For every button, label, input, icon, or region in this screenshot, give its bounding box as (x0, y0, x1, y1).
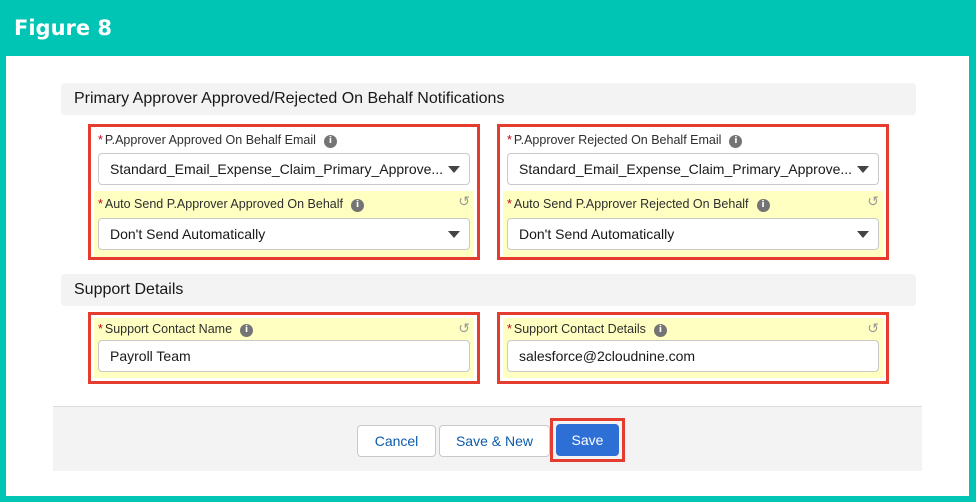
highlight-box-approved: * P.Approver Approved On Behalf Email i St… (88, 124, 480, 260)
field-label: * Auto Send P.Approver Rejected On Behalf… (507, 197, 770, 212)
section-header-notifications[interactable]: Primary Approver Approved/Rejected On Be… (61, 83, 916, 115)
chevron-down-icon[interactable] (448, 166, 460, 173)
field-label: * Auto Send P.Approver Approved On Behalf… (98, 197, 365, 212)
undo-icon[interactable]: ↺ (867, 321, 879, 337)
figure-title: Figure 8 (14, 16, 113, 40)
highlight-box-contact-details: * Support Contact Details i ↺ salesforce@2… (497, 312, 889, 384)
undo-icon[interactable]: ↺ (458, 194, 470, 210)
undo-icon[interactable]: ↺ (867, 194, 879, 210)
info-icon[interactable]: i (653, 324, 667, 337)
field-support-contact-details: * Support Contact Details i ↺ salesforce@2… (503, 318, 883, 378)
select-value: Don't Send Automatically (519, 226, 675, 242)
field-approved-email: * P.Approver Approved On Behalf Email i St… (94, 127, 474, 191)
info-icon[interactable]: i (351, 199, 365, 212)
field-rejected-email: * P.Approver Rejected On Behalf Email i St… (503, 127, 883, 191)
select-value: Standard_Email_Expense_Claim_Primary_App… (110, 161, 444, 177)
highlight-box-rejected: * P.Approver Rejected On Behalf Email i St… (497, 124, 889, 260)
field-label: * Support Contact Details i (507, 322, 667, 337)
save-button[interactable]: Save (556, 424, 619, 456)
required-marker: * (507, 197, 512, 211)
field-label: * P.Approver Rejected On Behalf Email i (507, 133, 743, 148)
highlight-box-save: Save (550, 418, 625, 462)
support-contact-details-input[interactable]: salesforce@2cloudnine.com (507, 340, 879, 372)
rejected-email-select[interactable]: Standard_Email_Expense_Claim_Primary_App… (507, 153, 879, 185)
highlight-box-contact-name: * Support Contact Name i ↺ Payroll Team (88, 312, 480, 384)
approved-email-select[interactable]: Standard_Email_Expense_Claim_Primary_App… (98, 153, 470, 185)
field-label: * Support Contact Name i (98, 322, 254, 337)
undo-icon[interactable]: ↺ (458, 321, 470, 337)
required-marker: * (98, 197, 103, 211)
field-auto-send-approved: * Auto Send P.Approver Approved On Behalf… (94, 191, 474, 257)
record-edit-panel: Primary Approver Approved/Rejected On Be… (6, 56, 969, 496)
required-marker: * (98, 133, 103, 147)
select-value: Standard_Email_Expense_Claim_Primary_App… (519, 161, 853, 177)
info-icon[interactable]: i (240, 324, 254, 337)
save-and-new-button[interactable]: Save & New (439, 425, 550, 457)
form-footer: Cancel Save & New Save (53, 406, 922, 471)
figure-header: Figure 8 (0, 0, 976, 56)
support-contact-name-input[interactable]: Payroll Team (98, 340, 470, 372)
field-support-contact-name: * Support Contact Name i ↺ Payroll Team (94, 318, 474, 378)
auto-send-approved-select[interactable]: Don't Send Automatically (98, 218, 470, 250)
chevron-down-icon[interactable] (857, 231, 869, 238)
section-header-support[interactable]: Support Details (61, 274, 916, 306)
section-title: Support Details (74, 281, 184, 298)
required-marker: * (507, 133, 512, 147)
info-icon[interactable]: i (756, 199, 770, 212)
field-label: * P.Approver Approved On Behalf Email i (98, 133, 337, 148)
chevron-down-icon[interactable] (857, 166, 869, 173)
required-marker: * (507, 322, 512, 336)
cancel-button[interactable]: Cancel (357, 425, 436, 457)
required-marker: * (98, 322, 103, 336)
select-value: Don't Send Automatically (110, 226, 266, 242)
section-title: Primary Approver Approved/Rejected On Be… (74, 90, 505, 107)
field-auto-send-rejected: * Auto Send P.Approver Rejected On Behalf… (503, 191, 883, 257)
info-icon[interactable]: i (323, 135, 337, 148)
info-icon[interactable]: i (729, 135, 743, 148)
auto-send-rejected-select[interactable]: Don't Send Automatically (507, 218, 879, 250)
chevron-down-icon[interactable] (448, 231, 460, 238)
